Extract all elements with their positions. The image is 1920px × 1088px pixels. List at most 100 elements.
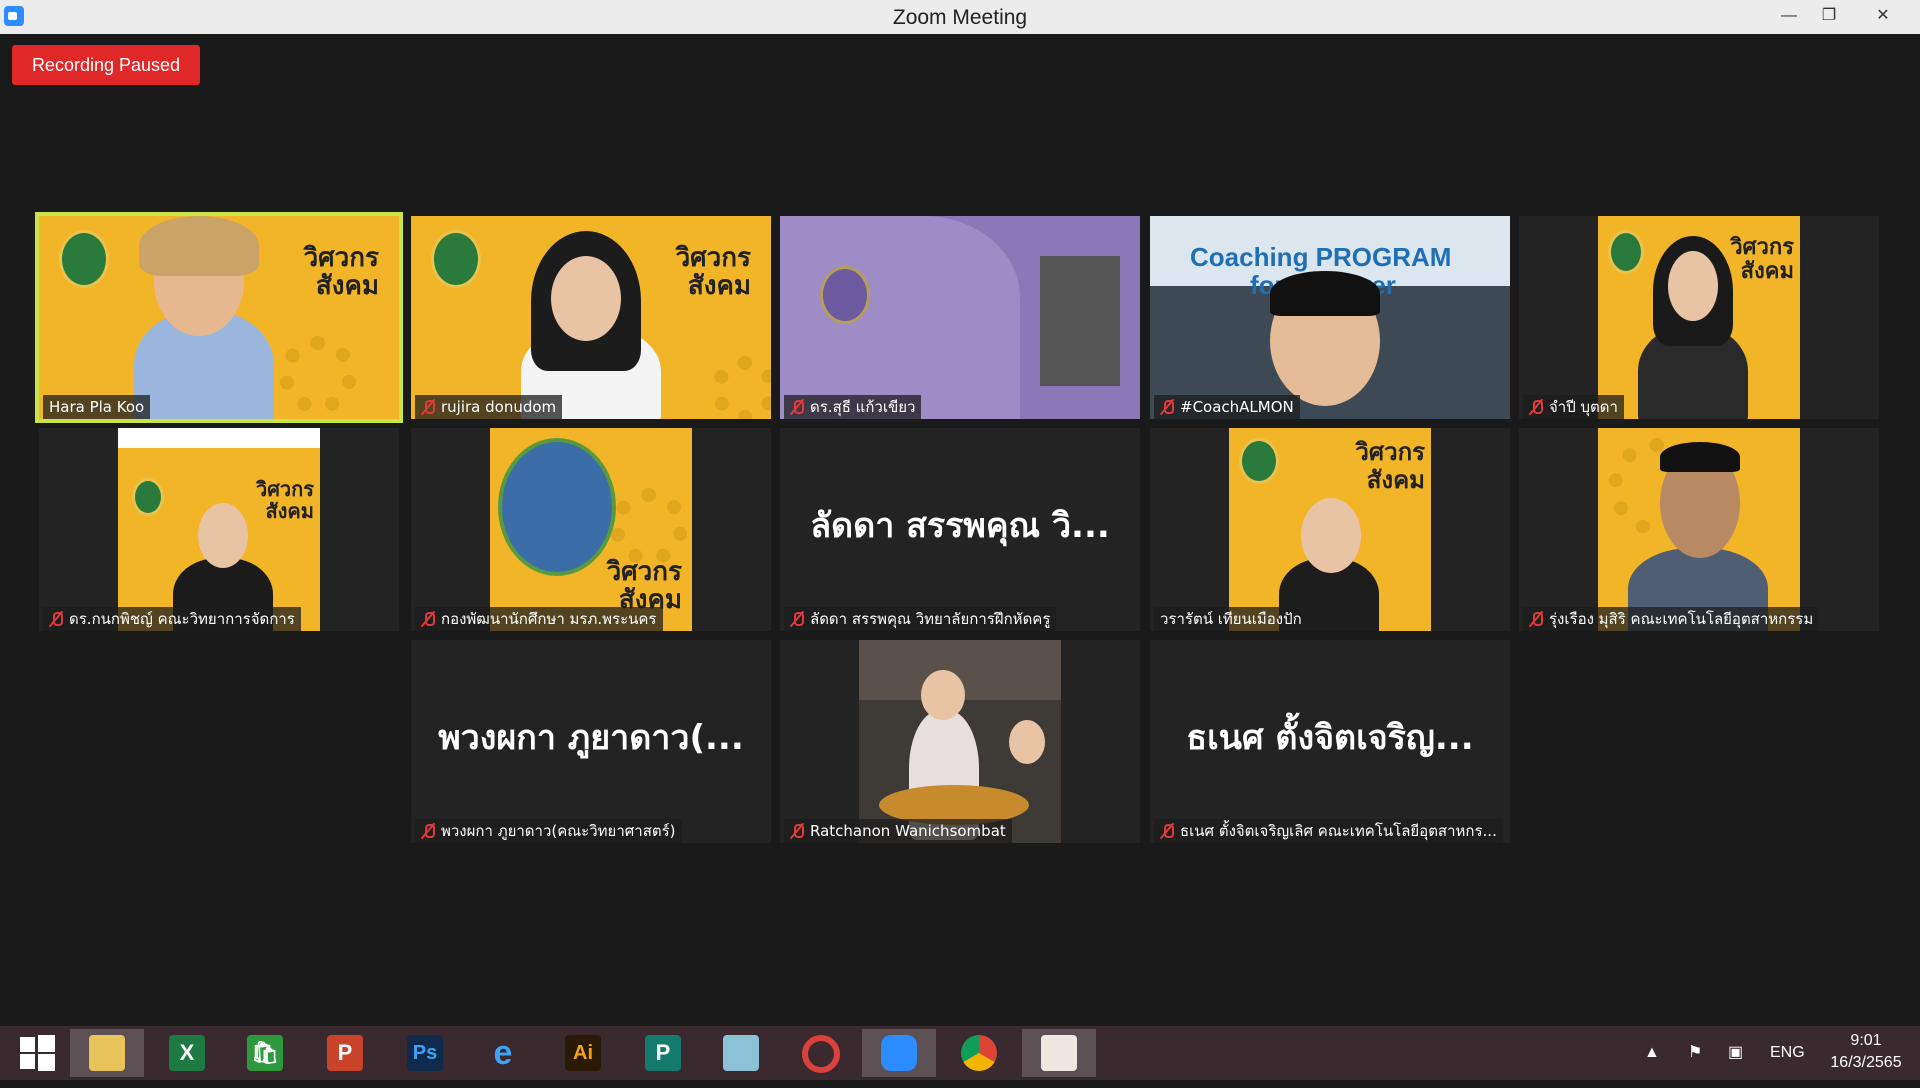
excel-icon: X <box>169 1035 205 1071</box>
participant-name: #CoachALMON <box>1154 395 1300 419</box>
poster-title: วิศวกร <box>1730 235 1794 260</box>
participant-name: พวงผกา ภูยาดาว(คณะวิทยาศาสตร์) <box>415 819 682 843</box>
poster-subtitle: สังคม <box>1740 259 1794 284</box>
action-center-flag-icon[interactable]: ⚑ <box>1688 1026 1702 1080</box>
photo-app-button[interactable] <box>1022 1029 1096 1077</box>
participant-display-name: ลัดดา สรรพคุณ วิ... <box>810 506 1110 546</box>
participant-name: ลัดดา สรรพคุณ วิทยาลัยการฝึกหัดครู <box>784 607 1057 631</box>
participant-name: Hara Pla Koo <box>43 395 151 419</box>
illustrator-button[interactable]: Ai <box>546 1029 620 1077</box>
internet-explorer-button[interactable]: e <box>466 1029 540 1077</box>
photoshop-button[interactable]: Ps <box>388 1029 462 1077</box>
muted-mic-icon <box>790 611 804 627</box>
photo-app-icon <box>1041 1035 1077 1071</box>
participant-tile[interactable]: Ratchanon Wanichsombat <box>780 640 1140 843</box>
participant-tile[interactable]: ธเนศ ตั้งจิตเจริญ... ธเนศ ตั้งจิตเจริญเล… <box>1150 640 1510 843</box>
participant-name: จำปี บุตดา <box>1523 395 1624 419</box>
powerpoint-button[interactable]: P <box>308 1029 382 1077</box>
notepad-icon <box>723 1035 759 1071</box>
poster-subtitle: สังคม <box>265 499 314 523</box>
poster-subtitle: สังคม <box>315 271 379 301</box>
participant-display-name: พวงผกา ภูยาดาว(... <box>438 718 744 758</box>
participant-name: กองพัฒนานักศึกษา มรภ.พระนคร <box>415 607 663 631</box>
participant-tile[interactable]: รุ่งเรือง มุสิริ คณะเทคโนโลยีอุตสาหกรรม <box>1519 428 1879 631</box>
participant-tile[interactable]: วิศวกร สังคม rujira donudom <box>411 216 771 419</box>
participant-tile[interactable]: วิศวกร สังคม จำปี บุตดา <box>1519 216 1879 419</box>
chrome-icon <box>961 1035 997 1071</box>
virtual-background: วิศวกร สังคม <box>1229 428 1431 631</box>
muted-mic-icon <box>421 399 435 415</box>
illustrator-icon: Ai <box>565 1035 601 1071</box>
powerpoint-icon: P <box>327 1035 363 1071</box>
muted-mic-icon <box>1160 823 1174 839</box>
muted-mic-icon <box>421 611 435 627</box>
virtual-background: วิศวกร สังคม <box>118 428 320 631</box>
muted-mic-icon <box>421 823 435 839</box>
recording-status-badge[interactable]: Recording Paused <box>12 45 200 85</box>
virtual-background <box>1598 428 1800 631</box>
window-title: Zoom Meeting <box>892 6 1028 29</box>
participant-name: rujira donudom <box>415 395 563 419</box>
network-icon[interactable]: ▣ <box>1728 1026 1743 1080</box>
poster-title: วิศวกร <box>606 557 682 587</box>
muted-mic-icon <box>1529 399 1543 415</box>
store-button[interactable]: 🛍 <box>228 1029 302 1077</box>
virtual-background: วิศวกร สังคม <box>490 428 692 631</box>
participant-name: ดร.สุธี แก้วเขียว <box>784 395 922 419</box>
participant-tile[interactable]: วิศวกร สังคม วรารัตน์ เทียนเมืองปัก <box>1150 428 1510 631</box>
muted-mic-icon <box>49 611 63 627</box>
participant-name: ดร.กนกพิชญ์ คณะวิทยาการจัดการ <box>43 607 301 631</box>
excel-button[interactable]: X <box>150 1029 224 1077</box>
publisher-icon: P <box>645 1035 681 1071</box>
chrome-button[interactable] <box>942 1029 1016 1077</box>
participant-tile[interactable]: วิศวกร สังคม กองพัฒนานักศึกษา มรภ.พระนคร <box>411 428 771 631</box>
zoom-button[interactable] <box>862 1029 936 1077</box>
coaching-banner-title: Coaching PROGRAM <box>1190 242 1452 272</box>
poster-title: วิศวกร <box>1355 438 1425 466</box>
poster-title: วิศวกร <box>675 243 751 273</box>
participant-name: วรารัตน์ เทียนเมืองปัก <box>1154 607 1308 631</box>
clock-time: 9:01 <box>1850 1032 1882 1049</box>
clock[interactable]: 9:01 16/3/2565 <box>1816 1030 1916 1074</box>
muted-mic-icon <box>790 399 804 415</box>
folder-icon <box>89 1035 125 1071</box>
internet-explorer-icon: e <box>493 1034 513 1072</box>
show-hidden-icons-button[interactable]: ▲ <box>1644 1026 1660 1080</box>
title-bar: Zoom Meeting — ❐ ✕ <box>0 0 1920 34</box>
poster-subtitle: สังคม <box>687 271 751 301</box>
zoom-icon <box>881 1035 917 1071</box>
participant-name: Ratchanon Wanichsombat <box>784 819 1012 843</box>
participant-video: Coaching PROGRAM for Lecturer <box>1150 216 1510 419</box>
windows-start-button[interactable] <box>0 1029 74 1077</box>
virtual-background: วิศวกร สังคม <box>411 216 771 419</box>
photoscape-button[interactable] <box>784 1029 858 1077</box>
participant-display-name: ธเนศ ตั้งจิตเจริญ... <box>1186 718 1474 758</box>
publisher-button[interactable]: P <box>626 1029 700 1077</box>
participant-tile[interactable]: ดร.สุธี แก้วเขียว <box>780 216 1140 419</box>
store-icon: 🛍 <box>247 1035 283 1071</box>
muted-mic-icon <box>1160 399 1174 415</box>
close-button[interactable]: ✕ <box>1860 0 1906 32</box>
participant-name: รุ่งเรือง มุสิริ คณะเทคโนโลยีอุตสาหกรรม <box>1523 607 1820 631</box>
maximize-button[interactable]: ❐ <box>1806 0 1852 32</box>
participant-name: ธเนศ ตั้งจิตเจริญเลิศ คณะเทคโนโลยีอุตสาห… <box>1154 819 1503 843</box>
participant-tile[interactable]: Coaching PROGRAM for Lecturer #CoachALMO… <box>1150 216 1510 419</box>
photoscape-icon <box>802 1035 840 1073</box>
poster-title: วิศวกร <box>255 477 314 501</box>
file-explorer-button[interactable] <box>70 1029 144 1077</box>
clock-date: 16/3/2565 <box>1830 1054 1902 1071</box>
muted-mic-icon <box>790 823 804 839</box>
participant-tile[interactable]: ลัดดา สรรพคุณ วิ... ลัดดา สรรพคุณ วิทยาล… <box>780 428 1140 631</box>
notepad-button[interactable] <box>704 1029 778 1077</box>
participant-tile[interactable]: วิศวกร สังคม ดร.กนกพิชญ์ คณะวิทยาการจัดกา… <box>39 428 399 631</box>
participant-tile[interactable]: วิศวกร สังคม Hara Pla Koo <box>35 212 403 423</box>
windows-logo-icon <box>20 1035 55 1071</box>
poster-title: วิศวกร <box>303 243 379 273</box>
participant-video <box>780 216 1140 419</box>
participant-tile[interactable]: พวงผกา ภูยาดาว(... พวงผกา ภูยาดาว(คณะวิท… <box>411 640 771 843</box>
virtual-background: วิศวกร สังคม <box>1598 216 1800 419</box>
poster-subtitle: สังคม <box>1366 466 1425 494</box>
photoshop-icon: Ps <box>407 1035 443 1071</box>
language-indicator[interactable]: ENG <box>1770 1026 1805 1080</box>
participant-photo <box>859 640 1061 843</box>
